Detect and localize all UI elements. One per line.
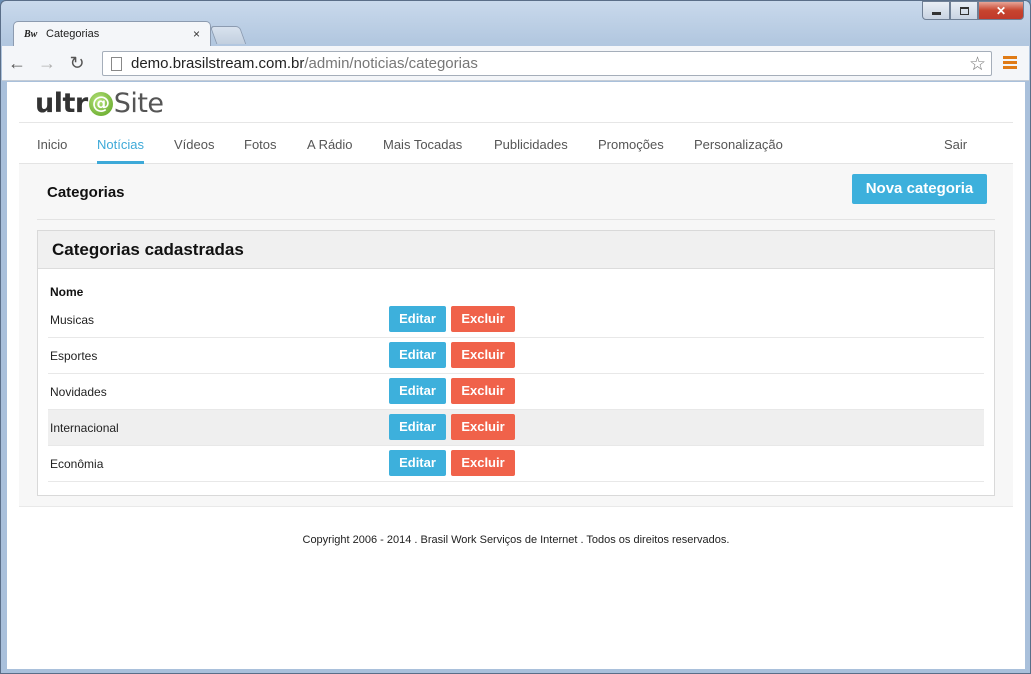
page-viewport: ultr @ Site Inicio Notícias Vídeos Fotos A… [7,82,1025,669]
delete-button[interactable]: Excluir [451,450,515,476]
content-area: Categorias Nova categoria Categorias cad… [19,164,1013,506]
minimize-icon [931,12,941,15]
footer-copyright: Copyright 2006 - 2014 . Brasil Work Serv… [302,534,730,546]
table-row: Esportes Editar Excluir [48,338,984,374]
edit-button[interactable]: Editar [389,306,446,332]
panel-title: Categorias cadastradas [38,231,994,269]
nav-item-personalizacao[interactable]: Personalização [694,137,783,152]
page-title: Categorias [47,184,125,201]
divider [37,219,995,220]
delete-button[interactable]: Excluir [451,306,515,332]
logout-link[interactable]: Sair [944,137,967,152]
category-name: Esportes [50,349,98,363]
browser-toolbar: ← → ↻ demo.brasilstream.com.br/admin/not… [2,46,1029,81]
delete-button[interactable]: Excluir [451,414,515,440]
category-name: Novidades [50,385,107,399]
new-tab-button[interactable] [209,26,247,44]
column-header-name: Nome [50,285,84,299]
page-icon [111,56,122,71]
table-row: Novidades Editar Excluir [48,374,984,410]
browser-tab[interactable]: Bw Categorias × [13,21,211,46]
category-name: Econômia [50,457,104,471]
nav-item-inicio[interactable]: Inicio [37,137,67,152]
minimize-button[interactable] [922,1,950,20]
nav-item-radio[interactable]: A Rádio [307,137,353,152]
close-icon: ✕ [995,3,1007,18]
nav-item-promocoes[interactable]: Promoções [598,137,664,152]
close-window-button[interactable]: ✕ [978,1,1024,20]
categories-panel: Categorias cadastradas Nome Musicas Edit… [37,230,995,496]
address-bar[interactable]: demo.brasilstream.com.br/admin/noticias/… [102,51,992,76]
category-name: Musicas [50,313,95,327]
site-logo[interactable]: ultr @ Site [35,88,164,119]
logo-part-1: ultr [35,88,88,119]
bookmark-star-icon[interactable]: ☆ [969,53,986,76]
nav-item-publicidades[interactable]: Publicidades [494,137,568,152]
tab-title: Categorias [46,28,100,40]
logo-part-2: Site [113,88,164,119]
category-name: Internacional [50,421,119,435]
back-button[interactable]: ← [2,53,32,74]
browser-menu-icon[interactable] [1003,56,1017,71]
table-row: Econômia Editar Excluir [48,446,984,482]
nav-item-noticias[interactable]: Notícias [97,137,144,164]
table-row: Musicas Editar Excluir [48,302,984,338]
nav-item-mais-tocadas[interactable]: Mais Tocadas [383,137,462,152]
edit-button[interactable]: Editar [389,378,446,404]
forward-button[interactable]: → [32,53,62,74]
delete-button[interactable]: Excluir [451,342,515,368]
divider [19,506,1013,507]
window-controls: ✕ [922,1,1024,20]
tab-close-icon[interactable]: × [193,27,200,41]
maximize-icon [959,6,969,15]
reload-button[interactable]: ↻ [62,53,92,74]
nav-item-videos[interactable]: Vídeos [174,137,214,152]
logo-at-icon: @ [88,91,113,116]
edit-button[interactable]: Editar [389,414,446,440]
browser-window: ✕ Bw Categorias × ← → ↻ demo.brasilstrea… [0,0,1031,674]
edit-button[interactable]: Editar [389,450,446,476]
url-host: demo.brasilstream.com.br [131,55,305,72]
maximize-button[interactable] [950,1,978,20]
main-nav: Inicio Notícias Vídeos Fotos A Rádio Mai… [19,123,1013,164]
delete-button[interactable]: Excluir [451,378,515,404]
url-path: /admin/noticias/categorias [304,55,478,72]
table-row: Internacional Editar Excluir [48,410,984,446]
favicon-icon: Bw [24,28,38,40]
nav-item-fotos[interactable]: Fotos [244,137,277,152]
edit-button[interactable]: Editar [389,342,446,368]
new-category-button[interactable]: Nova categoria [852,174,987,204]
